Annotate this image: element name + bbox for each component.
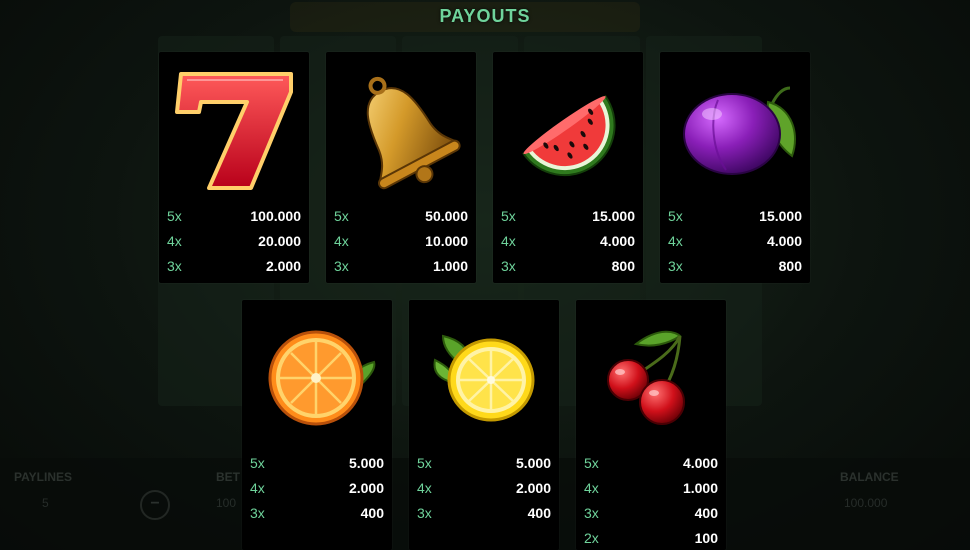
payout-row: 4x 20.000 <box>167 230 301 252</box>
payout-value: 20.000 <box>258 233 301 249</box>
bet-value: 100 <box>216 496 237 510</box>
payout-value: 4.000 <box>599 233 635 249</box>
payout-row: 5x 5.000 <box>417 452 551 474</box>
multiplier-label: 3x <box>417 505 432 521</box>
payout-row: 4x 2.000 <box>250 477 384 499</box>
payout-row: 4x 10.000 <box>334 230 468 252</box>
seven-icon <box>159 52 309 202</box>
payout-value: 5.000 <box>348 455 384 471</box>
multiplier-label: 5x <box>584 455 599 471</box>
payout-value: 400 <box>360 505 384 521</box>
payout-row: 3x 800 <box>668 255 802 277</box>
payout-card-cherry: 5x 4.000 4x 1.000 3x 400 2x 100 <box>576 300 726 550</box>
multiplier-label: 4x <box>417 480 432 496</box>
payout-value: 1.000 <box>682 480 718 496</box>
watermelon-icon <box>493 52 643 202</box>
multiplier-label: 5x <box>250 455 265 471</box>
payout-row: 4x 2.000 <box>417 477 551 499</box>
payout-card-orange: 5x 5.000 4x 2.000 3x 400 <box>242 300 392 550</box>
balance-label: BALANCE <box>840 470 899 484</box>
balance-value: 100.000 <box>844 496 888 510</box>
payout-value: 2.000 <box>265 258 301 274</box>
payout-card-lemon: 5x 5.000 4x 2.000 3x 400 <box>409 300 559 550</box>
payout-row: 3x 400 <box>417 502 551 524</box>
payout-row: 5x 100.000 <box>167 205 301 227</box>
paylines-value: 5 <box>42 496 49 510</box>
payout-value: 4.000 <box>682 455 718 471</box>
payout-value: 50.000 <box>425 208 468 224</box>
multiplier-label: 5x <box>501 208 516 224</box>
multiplier-label: 5x <box>417 455 432 471</box>
payouts-title: PAYOUTS <box>439 6 531 26</box>
bet-decrease-button[interactable]: − <box>140 490 170 520</box>
multiplier-label: 3x <box>584 505 599 521</box>
paylines-label: PAYLINES <box>14 470 73 484</box>
payout-card-watermelon: 5x 15.000 4x 4.000 3x 800 <box>493 52 643 283</box>
payout-value: 5.000 <box>515 455 551 471</box>
payout-row: 2x 100 <box>584 527 718 549</box>
payout-value: 15.000 <box>759 208 802 224</box>
payout-value: 4.000 <box>766 233 802 249</box>
payout-value: 15.000 <box>592 208 635 224</box>
payout-row: 4x 4.000 <box>501 230 635 252</box>
payout-row: 5x 4.000 <box>584 452 718 474</box>
multiplier-label: 4x <box>334 233 349 249</box>
multiplier-label: 4x <box>668 233 683 249</box>
payout-row: 5x 15.000 <box>501 205 635 227</box>
cherry-icon <box>576 300 726 450</box>
multiplier-label: 3x <box>668 258 683 274</box>
multiplier-label: 3x <box>167 258 182 274</box>
multiplier-label: 4x <box>584 480 599 496</box>
payout-row: 3x 2.000 <box>167 255 301 277</box>
payout-value: 1.000 <box>432 258 468 274</box>
multiplier-label: 4x <box>501 233 516 249</box>
payout-value: 10.000 <box>425 233 468 249</box>
payout-value: 100.000 <box>250 208 301 224</box>
payout-row: 3x 400 <box>250 502 384 524</box>
payout-value: 400 <box>694 505 718 521</box>
multiplier-label: 2x <box>584 530 599 546</box>
payout-row: 5x 50.000 <box>334 205 468 227</box>
lemon-icon <box>409 300 559 450</box>
multiplier-label: 5x <box>167 208 182 224</box>
payout-value: 100 <box>694 530 718 546</box>
bell-icon <box>326 52 476 202</box>
payout-row: 4x 4.000 <box>668 230 802 252</box>
payout-value: 800 <box>611 258 635 274</box>
payout-row: 3x 800 <box>501 255 635 277</box>
payout-value: 2.000 <box>515 480 551 496</box>
payout-value: 400 <box>527 505 551 521</box>
multiplier-label: 4x <box>167 233 182 249</box>
multiplier-label: 3x <box>334 258 349 274</box>
payout-row: 3x 1.000 <box>334 255 468 277</box>
payout-row: 5x 5.000 <box>250 452 384 474</box>
orange-icon <box>242 300 392 450</box>
multiplier-label: 3x <box>501 258 516 274</box>
payout-card-plum: 5x 15.000 4x 4.000 3x 800 <box>660 52 810 283</box>
multiplier-label: 3x <box>250 505 265 521</box>
multiplier-label: 4x <box>250 480 265 496</box>
plum-icon <box>660 52 810 202</box>
payout-row: 4x 1.000 <box>584 477 718 499</box>
multiplier-label: 5x <box>668 208 683 224</box>
payout-card-seven: 5x 100.000 4x 20.000 3x 2.000 <box>159 52 309 283</box>
payout-card-bell: 5x 50.000 4x 10.000 3x 1.000 <box>326 52 476 283</box>
payout-value: 800 <box>778 258 802 274</box>
payout-row: 5x 15.000 <box>668 205 802 227</box>
payout-row: 3x 400 <box>584 502 718 524</box>
multiplier-label: 5x <box>334 208 349 224</box>
payout-value: 2.000 <box>348 480 384 496</box>
bet-label: BET <box>216 470 240 484</box>
